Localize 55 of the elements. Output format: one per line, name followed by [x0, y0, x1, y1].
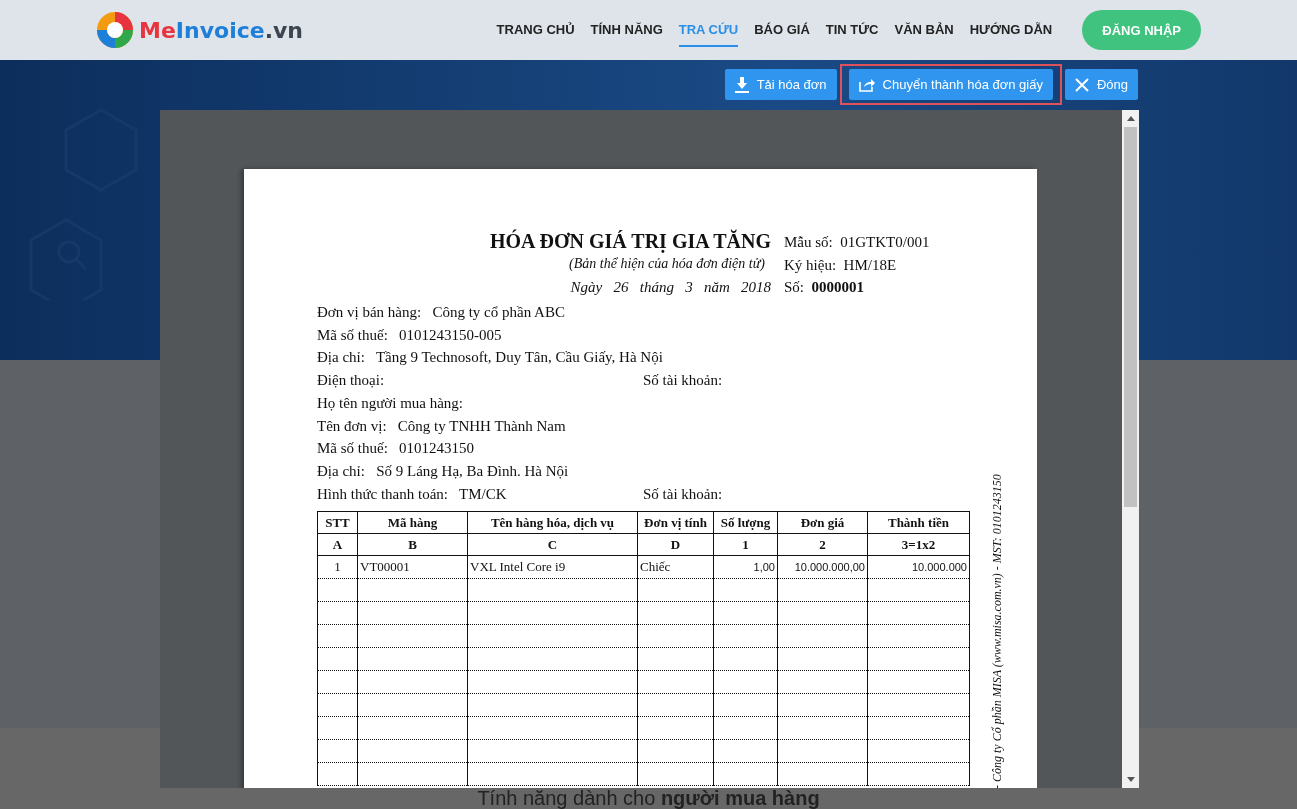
- column-code: 3=1x2: [901, 536, 936, 552]
- section-heading: Tính năng dành cho người mua hàng: [477, 787, 820, 809]
- invoice-date: Ngày 26 tháng 3 năm 2018: [569, 278, 771, 297]
- nav-link[interactable]: BÁO GIÁ: [754, 13, 810, 47]
- invoice-field: Họ tên người mua hàng:: [317, 391, 643, 415]
- column-header: Thành tiền: [887, 514, 950, 530]
- nav-link[interactable]: VĂN BẢN: [894, 13, 954, 47]
- invoice-title: HÓA ĐƠN GIÁ TRỊ GIA TĂNG: [489, 229, 771, 253]
- table-cell: 1,00: [753, 561, 775, 574]
- column-code: C: [547, 536, 558, 552]
- table-cell: 10.000.000,00: [794, 561, 865, 574]
- column-code: B: [408, 536, 417, 552]
- logo[interactable]: MeInvoice.vn: [95, 10, 303, 50]
- column-code: 1: [742, 536, 749, 552]
- column-header: Tên hàng hóa, dịch vụ: [490, 514, 615, 530]
- invoice-field: Số tài khoản:: [643, 482, 723, 506]
- table-cell: VXL Intel Core i9: [470, 559, 566, 575]
- invoice-field: Hình thức thanh toán: TM/CK: [317, 482, 643, 506]
- table-cell: 10.000.000: [911, 561, 967, 574]
- column-header: Mã hàng: [387, 514, 438, 530]
- scroll-thumb[interactable]: [1124, 127, 1137, 507]
- download-icon: [734, 76, 749, 93]
- column-code: D: [670, 536, 681, 552]
- nav-link[interactable]: HƯỚNG DẪN: [969, 13, 1053, 47]
- invoice-field: Địa chỉ: Số 9 Láng Hạ, Ba Đình. Hà Nội: [317, 459, 643, 483]
- table-cell: VT00001: [360, 559, 410, 575]
- invoice-field: Điện thoại:: [317, 369, 643, 392]
- column-header: Đơn vị tính: [644, 514, 707, 530]
- scroll-up-icon[interactable]: [1126, 116, 1135, 121]
- invoice-field: Đơn vị bán hàng: Công ty cổ phần ABC: [317, 301, 643, 324]
- close-icon: [1074, 77, 1089, 92]
- column-header: Đơn giá: [800, 514, 845, 530]
- table-cell: 1: [334, 559, 341, 575]
- scroll-down-icon[interactable]: [1126, 777, 1135, 782]
- scrollbar[interactable]: [1122, 110, 1139, 788]
- share-icon: [858, 77, 875, 92]
- invoice-field: Mã số thuế: 0101243150: [317, 437, 643, 460]
- nav-link[interactable]: TIN TỨC: [825, 13, 879, 47]
- column-header: STT: [325, 514, 350, 530]
- nav-link[interactable]: TRANG CHỦ: [496, 13, 575, 47]
- invoice-meta: Mẫu số: 01GTKT0/001: [784, 233, 930, 252]
- invoice-meta: Ký hiệu: HM/18E: [784, 255, 898, 275]
- invoice-field: Mã số thuế: 0101243150-005: [317, 323, 643, 347]
- invoice-field: Địa chỉ: Tầng 9 Technosoft, Duy Tân, Cầu Giấy, Hà Nội: [317, 346, 663, 370]
- nav-link[interactable]: TÍNH NĂNG: [590, 13, 663, 47]
- column-header: Số lượng: [720, 514, 771, 530]
- invoice-field: Số tài khoản:: [643, 369, 723, 392]
- invoice-subtitle: (Bản thể hiện của hóa đơn điện tử): [568, 255, 765, 273]
- column-code: A: [332, 536, 343, 552]
- logo-text: MeInvoice.vn: [139, 17, 303, 43]
- column-code: 2: [819, 536, 826, 552]
- table-cell: Chiếc: [640, 559, 671, 575]
- invoice-meta: Số: 0000001: [784, 278, 865, 297]
- invoice-field: Tên đơn vị: Công ty TNHH Thành Nam: [317, 414, 643, 438]
- logo-icon: [95, 10, 135, 50]
